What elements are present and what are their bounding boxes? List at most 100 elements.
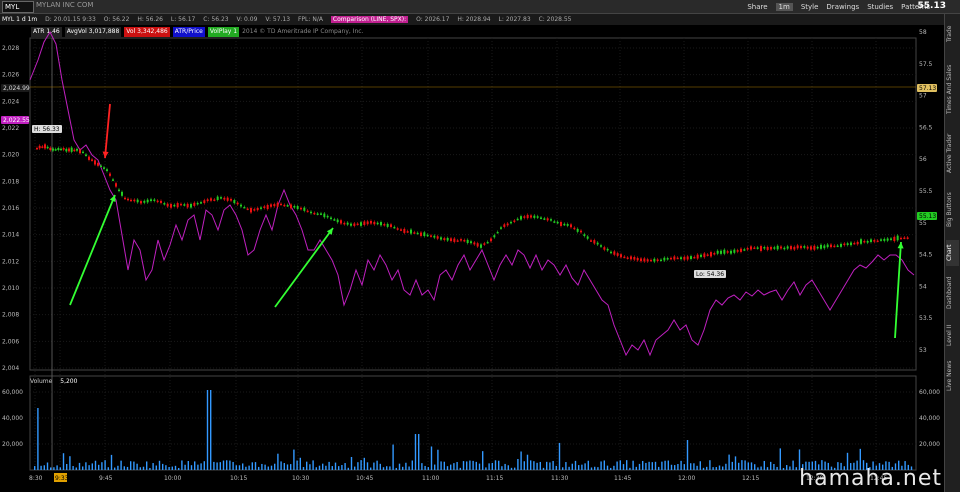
candle <box>896 235 899 241</box>
volume-bar <box>760 466 762 470</box>
candle <box>386 223 389 227</box>
volume-bar <box>62 453 65 470</box>
volume-bar <box>120 460 122 470</box>
candle <box>496 231 499 234</box>
volume-bar <box>651 462 653 470</box>
time-axis-tick: 11:00 <box>422 475 439 482</box>
volume-bar <box>485 467 487 470</box>
sidebar-tab-active-trader[interactable]: Active Trader <box>946 126 959 180</box>
low-label: Lo: 54.36 <box>696 271 724 278</box>
volume-bar <box>117 465 119 470</box>
volume-bar <box>482 451 484 470</box>
candle <box>100 165 102 168</box>
volume-bar <box>619 460 621 470</box>
candle <box>870 239 872 243</box>
candle <box>406 231 409 233</box>
right-axis-tick: 56.5 <box>919 124 933 131</box>
candle <box>873 240 876 242</box>
volume-bar <box>491 462 493 470</box>
candle <box>790 246 792 250</box>
volume-bar <box>107 467 109 470</box>
high-label: H: 56.33 <box>34 126 60 133</box>
candle <box>356 223 359 226</box>
right-axis-tick: 54.5 <box>919 252 933 259</box>
left-axis-tick: 2,026 <box>2 72 19 79</box>
volume-bar <box>696 465 698 470</box>
volume-bar <box>574 460 577 470</box>
volume-bar <box>110 454 113 470</box>
candle <box>843 243 846 246</box>
candle <box>170 204 172 208</box>
candle <box>310 211 312 214</box>
time-axis: 8:30 9:33 9:45 10:00 10:15 10:30 10:45 11:00 11:… <box>29 473 887 482</box>
volume-bar <box>766 467 769 470</box>
candle <box>46 146 49 149</box>
volume-bar <box>750 462 753 470</box>
volume-bar <box>114 467 116 470</box>
candle <box>450 238 452 242</box>
candle <box>770 246 772 250</box>
sidebar-tab-level-ii[interactable]: Level II <box>946 320 959 350</box>
volume-bar <box>590 467 593 470</box>
sidebar-tab-dashboard[interactable]: Dashboard <box>946 272 959 314</box>
volume-bar <box>50 467 52 470</box>
price-chart[interactable]: 2,028 2,026 2,024 2,022 2,020 2,018 2,016 2,014… <box>0 0 945 492</box>
candle <box>79 149 81 154</box>
volume-bar <box>126 466 129 470</box>
volume-bar <box>520 451 522 470</box>
volume-bar <box>584 463 586 470</box>
volume-axis-tick-left: 20,000 <box>2 441 23 448</box>
candle <box>606 248 609 251</box>
volume-bar <box>523 461 525 470</box>
volume-bar <box>610 467 612 470</box>
candle <box>280 203 282 206</box>
candle <box>376 222 379 225</box>
volume-bar <box>728 454 730 470</box>
candle <box>516 218 519 221</box>
volume-axis-tick-left: 60,000 <box>2 389 23 396</box>
volume-bar <box>136 463 138 470</box>
candle <box>596 242 599 245</box>
volume-bar <box>139 467 141 470</box>
volume-bar <box>40 465 42 470</box>
candle <box>136 199 139 203</box>
right-axis-tick: 58 <box>919 29 927 36</box>
candle <box>876 240 879 243</box>
sidebar-tab-trade[interactable]: Trade <box>946 16 959 52</box>
left-axis-tick: 2,006 <box>2 338 19 345</box>
candle <box>115 183 117 187</box>
volume-bar <box>712 467 714 470</box>
candle <box>716 250 719 254</box>
volume-bar <box>277 453 279 470</box>
candle <box>546 218 549 221</box>
candle <box>773 247 776 249</box>
candle <box>636 257 639 261</box>
volume-bar <box>56 465 58 470</box>
candle <box>720 250 722 254</box>
candle <box>573 227 576 230</box>
volume-bar <box>459 467 461 470</box>
candle <box>390 224 392 227</box>
volume-bar <box>795 467 797 470</box>
candle <box>786 246 789 249</box>
volume-bar <box>578 465 580 470</box>
sidebar-tab-live-news[interactable]: Live News <box>946 356 959 396</box>
candle <box>670 257 672 260</box>
sidebar-tab-chart[interactable]: Chart <box>946 240 959 266</box>
candle <box>266 204 269 210</box>
sidebar-tab-times-and-sales[interactable]: Times And Sales <box>946 58 959 120</box>
sidebar-tab-big-buttons[interactable]: Big Buttons <box>946 186 959 234</box>
candle <box>85 154 87 156</box>
candle <box>556 221 559 224</box>
volume-bar <box>293 449 295 470</box>
left-axis-tick: 2,024 <box>2 98 19 105</box>
volume-bar <box>226 460 228 470</box>
time-axis-tick: 10:15 <box>230 475 247 482</box>
volume-bar <box>72 466 74 470</box>
candle <box>153 199 156 201</box>
candle <box>70 147 73 152</box>
volume-bar <box>146 461 148 470</box>
candle <box>500 227 502 229</box>
red-arrow <box>104 103 111 159</box>
volume-bar <box>715 467 717 470</box>
